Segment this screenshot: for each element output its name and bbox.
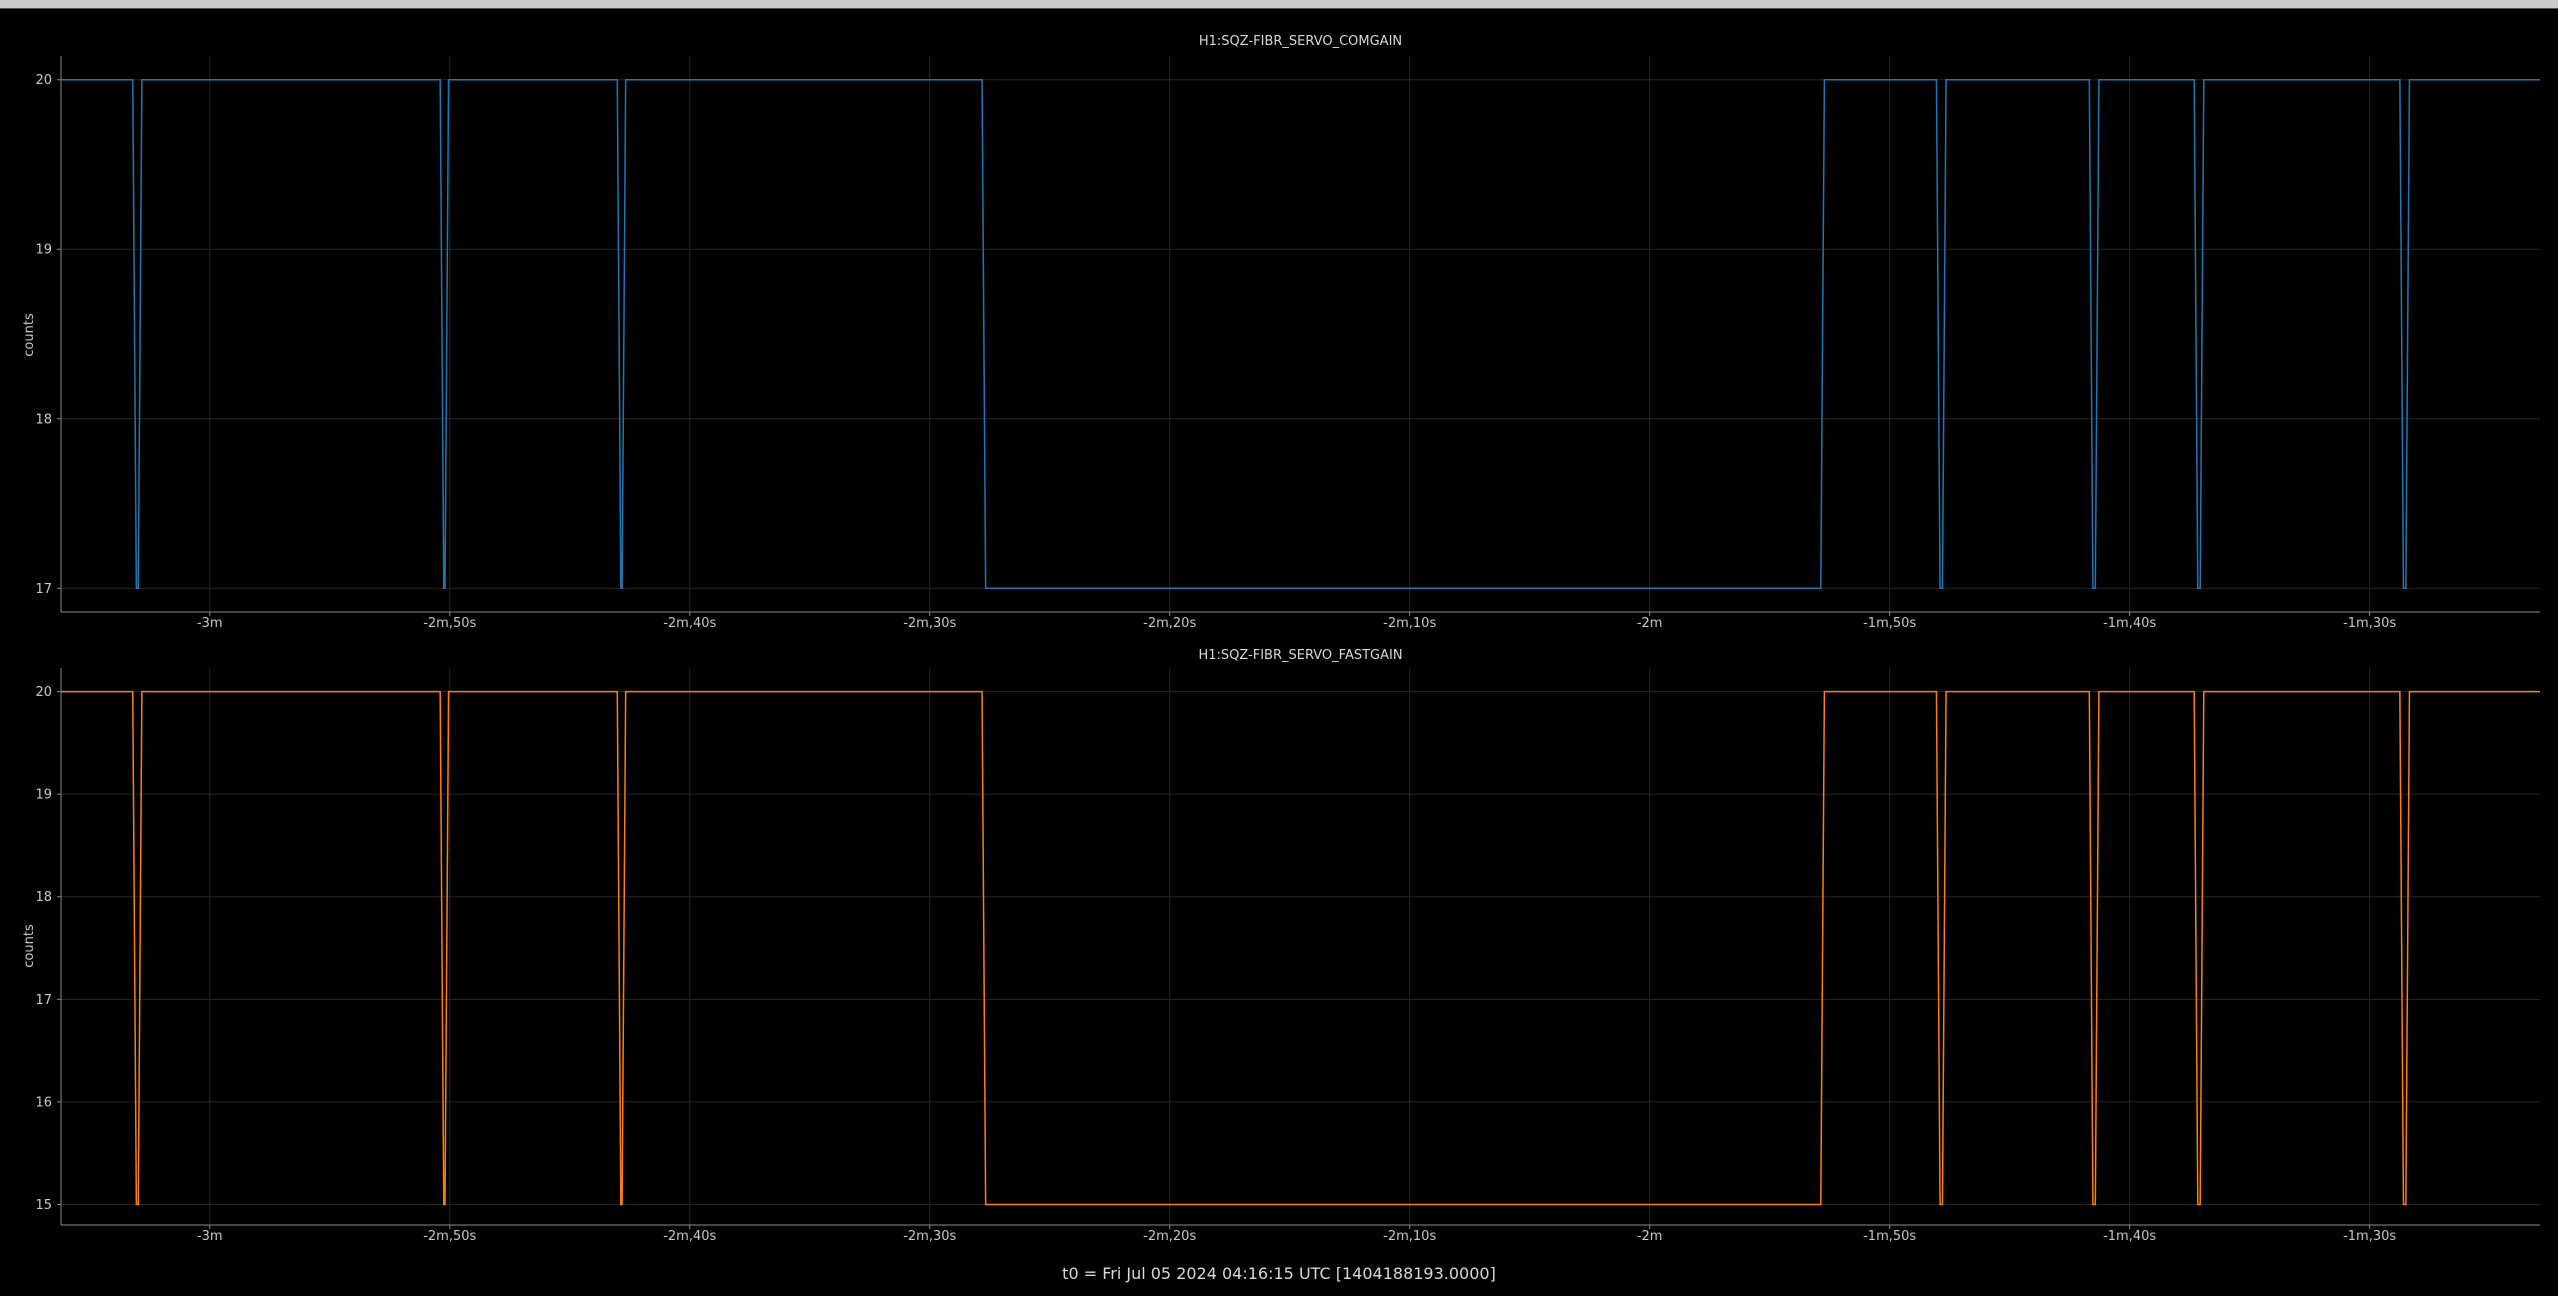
fastgain-xtick-label-2: -2m,40s <box>663 1229 716 1244</box>
fastgain-xtick-label-6: -2m <box>1637 1229 1663 1244</box>
fastgain-xtick-label-3: -2m,30s <box>903 1229 956 1244</box>
t0-footer: t0 = Fri Jul 05 2024 04:16:15 UTC [14041… <box>1062 1264 1496 1283</box>
fastgain-xtick-label-7: -1m,50s <box>1863 1229 1916 1244</box>
fastgain-ytick-label-0: 15 <box>35 1198 52 1213</box>
fastgain-series-line-0 <box>61 690 2540 1206</box>
fastgain-plot[interactable]: H1:SQZ-FIBR_SERVO_FASTGAINcounts 15 16 17 18… <box>0 0 2558 1296</box>
fastgain-xtick-label-5: -2m,10s <box>1383 1229 1436 1244</box>
fastgain-ytick-label-2: 17 <box>35 993 52 1008</box>
fastgain-title: H1:SQZ-FIBR_SERVO_FASTGAIN <box>1198 648 1402 663</box>
fastgain-xtick-label-9: -1m,30s <box>2343 1229 2396 1244</box>
fastgain-xtick-label-4: -2m,20s <box>1143 1229 1196 1244</box>
fastgain-ylabel: counts <box>22 924 37 968</box>
fastgain-xtick-label-8: -1m,40s <box>2103 1229 2156 1244</box>
fastgain-ytick-label-5: 20 <box>35 685 52 700</box>
fastgain-ytick-label-1: 16 <box>35 1095 52 1110</box>
fastgain-xtick-label-0: -3m <box>197 1229 223 1244</box>
fastgain-xtick-label-1: -2m,50s <box>423 1229 476 1244</box>
fastgain-ytick-label-4: 19 <box>35 788 52 803</box>
fastgain-ytick-label-3: 18 <box>35 890 52 905</box>
